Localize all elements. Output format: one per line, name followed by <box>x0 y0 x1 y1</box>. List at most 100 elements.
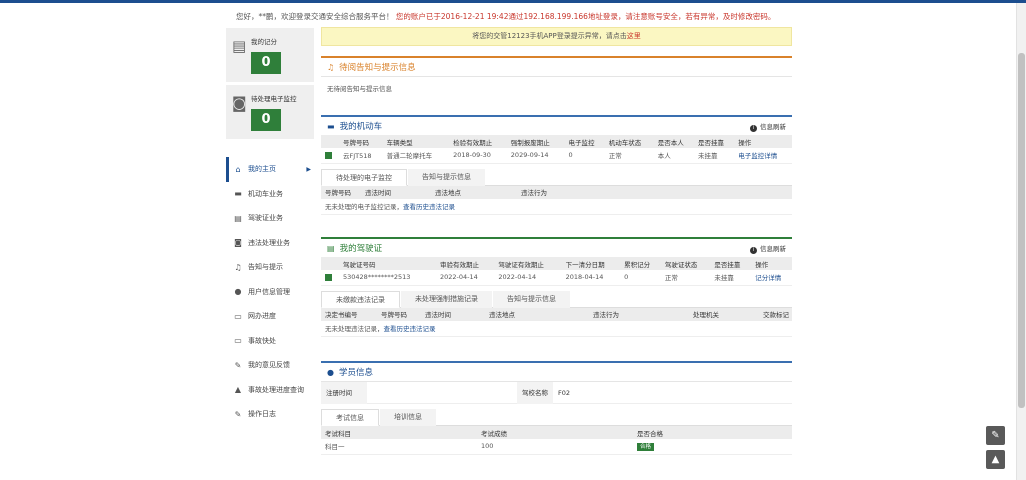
info-icon: i <box>750 124 757 132</box>
change-password-link[interactable]: 及时修改密码。 <box>723 12 776 21</box>
sidebar-item-label: 用户信息管理 <box>248 287 290 296</box>
log-icon: ✎ <box>234 409 242 419</box>
tab-0[interactable]: 待处理的电子监控 <box>321 168 407 186</box>
notice-link[interactable]: 这里 <box>627 32 641 40</box>
sidebar-item-6[interactable]: ▭ 网办进度 <box>226 304 314 329</box>
table-cell: 2029-09-14 <box>506 148 565 164</box>
student-tabs: 考试信息 培训信息 <box>321 409 792 426</box>
column-header: 是否挂靠 <box>693 135 735 148</box>
info-icon: i <box>750 246 757 254</box>
exam-pass-badge: 合格 <box>637 442 655 451</box>
table-cell: 2022-04-14 <box>494 270 562 286</box>
table-row: 云FJT518 普通二轮摩托车 2018-09-30 2029-09-14 0 正常 本人未… <box>321 148 792 164</box>
license-title-text: 我的驾驶证 <box>339 244 383 254</box>
column-header: 是否挂靠 <box>710 257 752 270</box>
license-tabs: 未缴款违法记录 未处理强制措施记录 告知与提示信息 <box>321 290 792 308</box>
monitor-stat-card[interactable]: ◙ 待处理电子监控 0 <box>226 85 314 139</box>
card-icon: ▤ <box>234 213 242 223</box>
column-header: 违法行为 <box>517 185 792 199</box>
column-header: 驾驶证有效期止 <box>494 257 562 270</box>
sidebar-item-2[interactable]: ▤ 驾驶证业务 <box>226 206 314 231</box>
back-to-top-button[interactable]: ▲ <box>986 450 1005 469</box>
sidebar-item-label: 告知与提示 <box>248 263 283 272</box>
scrollbar-thumb[interactable] <box>1018 53 1025 408</box>
notify-empty-text: 无待阅告知与提示信息 <box>327 85 392 93</box>
points-value: 0 <box>251 52 281 74</box>
monitor-value: 0 <box>251 109 281 131</box>
column-header: 是否合格 <box>633 426 792 439</box>
student-info-row: 注册时间 驾校名称 F02 <box>321 381 792 404</box>
sidebar-item-8[interactable]: ✎ 我的意见反馈 <box>226 353 314 378</box>
document-icon: ▤ <box>232 37 247 55</box>
exam-score: 100 <box>477 439 633 455</box>
sidebar-item-9[interactable]: ▲ 事故处理进度查询 <box>226 378 314 403</box>
license-table: 驾驶证号码 审验有效期止 驾驶证有效期止 下一清分日期 累积记分 驾驶证状态 是否挂靠 操作 … <box>321 257 792 286</box>
sidebar-item-5[interactable]: ● 用户信息管理 <box>226 280 314 305</box>
column-header: 累积记分 <box>620 257 661 270</box>
edit-icon: ✎ <box>991 430 1000 441</box>
detail-link[interactable]: 电子监控详情 <box>738 152 777 160</box>
bell-icon: ♫ <box>234 262 242 272</box>
sidebar-item-0[interactable]: ⌂ 我的主页 ▶ <box>226 157 314 182</box>
sidebar-item-label: 违法处理业务 <box>248 238 290 247</box>
column-header: 审验有效期止 <box>435 257 495 270</box>
column-header: 考试成绩 <box>477 426 633 439</box>
vehicle-panel-title: ▬ 我的机动车 i 信息刷新 <box>321 115 792 135</box>
exam-subject: 科目一 <box>321 439 477 455</box>
license-refresh-button[interactable]: i 信息刷新 <box>750 243 786 254</box>
column-header: 决定书编号 <box>321 307 377 321</box>
reg-time-label: 注册时间 <box>321 381 367 404</box>
feedback-edit-button[interactable]: ✎ <box>986 426 1005 445</box>
table-cell: 530428********2513 <box>339 270 436 286</box>
bell-icon: ♫ <box>327 62 335 72</box>
column-header: 违法行为 <box>589 307 689 321</box>
column-header: 下一清分日期 <box>561 257 621 270</box>
license-violation-table: 决定书编号 号牌号码 违法时间 违法地点 违法行为 处理机关 交款标记 <box>321 307 792 321</box>
table-cell: 普通二轮摩托车 <box>382 148 450 164</box>
progress-icon: ▭ <box>234 311 242 321</box>
tab-2[interactable]: 告知与提示信息 <box>493 290 570 308</box>
license-panel: ▤ 我的驾驶证 i 信息刷新 驾驶证号码 审验有效期止 驾驶证有效期止 下一清分日期 累积… <box>321 237 792 337</box>
sidebar-item-4[interactable]: ♫ 告知与提示 <box>226 255 314 280</box>
sidebar-item-3[interactable]: ◙ 违法处理业务 <box>226 231 314 256</box>
tab-0[interactable]: 考试信息 <box>321 409 379 426</box>
sidebar-item-label: 驾驶证业务 <box>248 214 283 223</box>
column-header: 号牌号码 <box>377 307 421 321</box>
tab-1[interactable]: 培训信息 <box>380 409 436 426</box>
caret-right-icon: ▶ <box>306 165 311 173</box>
column-header: 检验有效期止 <box>449 135 507 148</box>
vehicle-refresh-button[interactable]: i 信息刷新 <box>750 121 786 132</box>
main-content: 将您的交管12123手机APP登录提示异常，请点击这里 ♫ 待阅告知与提示信息 … <box>321 27 792 455</box>
points-stat-card[interactable]: ▤ 我的记分 0 <box>226 28 314 82</box>
tab-1[interactable]: 告知与提示信息 <box>408 168 485 186</box>
column-header: 电子监控 <box>564 135 605 148</box>
edit-icon: ✎ <box>234 360 242 370</box>
table-cell: 未挂靠 <box>693 148 735 164</box>
table-cell: 0 <box>564 148 605 164</box>
table-cell: 0 <box>620 270 661 286</box>
status-indicator <box>321 148 339 164</box>
column-header: 处理机关 <box>689 307 759 321</box>
vehicle-history-link[interactable]: 查看历史违法记录 <box>403 203 455 211</box>
notify-panel-title: ♫ 待阅告知与提示信息 <box>321 56 792 76</box>
sidebar-item-10[interactable]: ✎ 操作日志 <box>226 402 314 427</box>
camera-icon: ◙ <box>232 94 247 112</box>
sidebar-item-label: 机动车业务 <box>248 189 283 198</box>
arrow-up-icon: ▲ <box>991 454 1000 465</box>
sidebar-item-1[interactable]: ▬ 机动车业务 <box>226 182 314 207</box>
greeting-text: 您好，**鹏，欢迎登录交通安全综合服务平台！ <box>236 12 394 21</box>
column-header-blank <box>321 257 339 270</box>
column-header: 驾驶证状态 <box>660 257 711 270</box>
tab-0[interactable]: 未缴款违法记录 <box>321 290 400 308</box>
tab-1[interactable]: 未处理强制措施记录 <box>401 290 492 308</box>
page-scrollbar[interactable] <box>1016 3 1026 480</box>
table-row: 科目一 100 合格 <box>321 439 792 455</box>
last-login-text: 您的账户已于2016-12-21 19:42通过192.168.199.166地… <box>395 12 723 21</box>
notify-panel: ♫ 待阅告知与提示信息 无待阅告知与提示信息 <box>321 56 792 99</box>
license-history-link[interactable]: 查看历史违法记录 <box>384 325 436 333</box>
detail-link[interactable]: 记分详情 <box>755 274 781 282</box>
column-header: 考试科目 <box>321 426 477 439</box>
sidebar-item-7[interactable]: ▭ 事故快处 <box>226 329 314 354</box>
table-cell: 本人 <box>653 148 694 164</box>
student-title-text: 学员信息 <box>338 368 373 378</box>
